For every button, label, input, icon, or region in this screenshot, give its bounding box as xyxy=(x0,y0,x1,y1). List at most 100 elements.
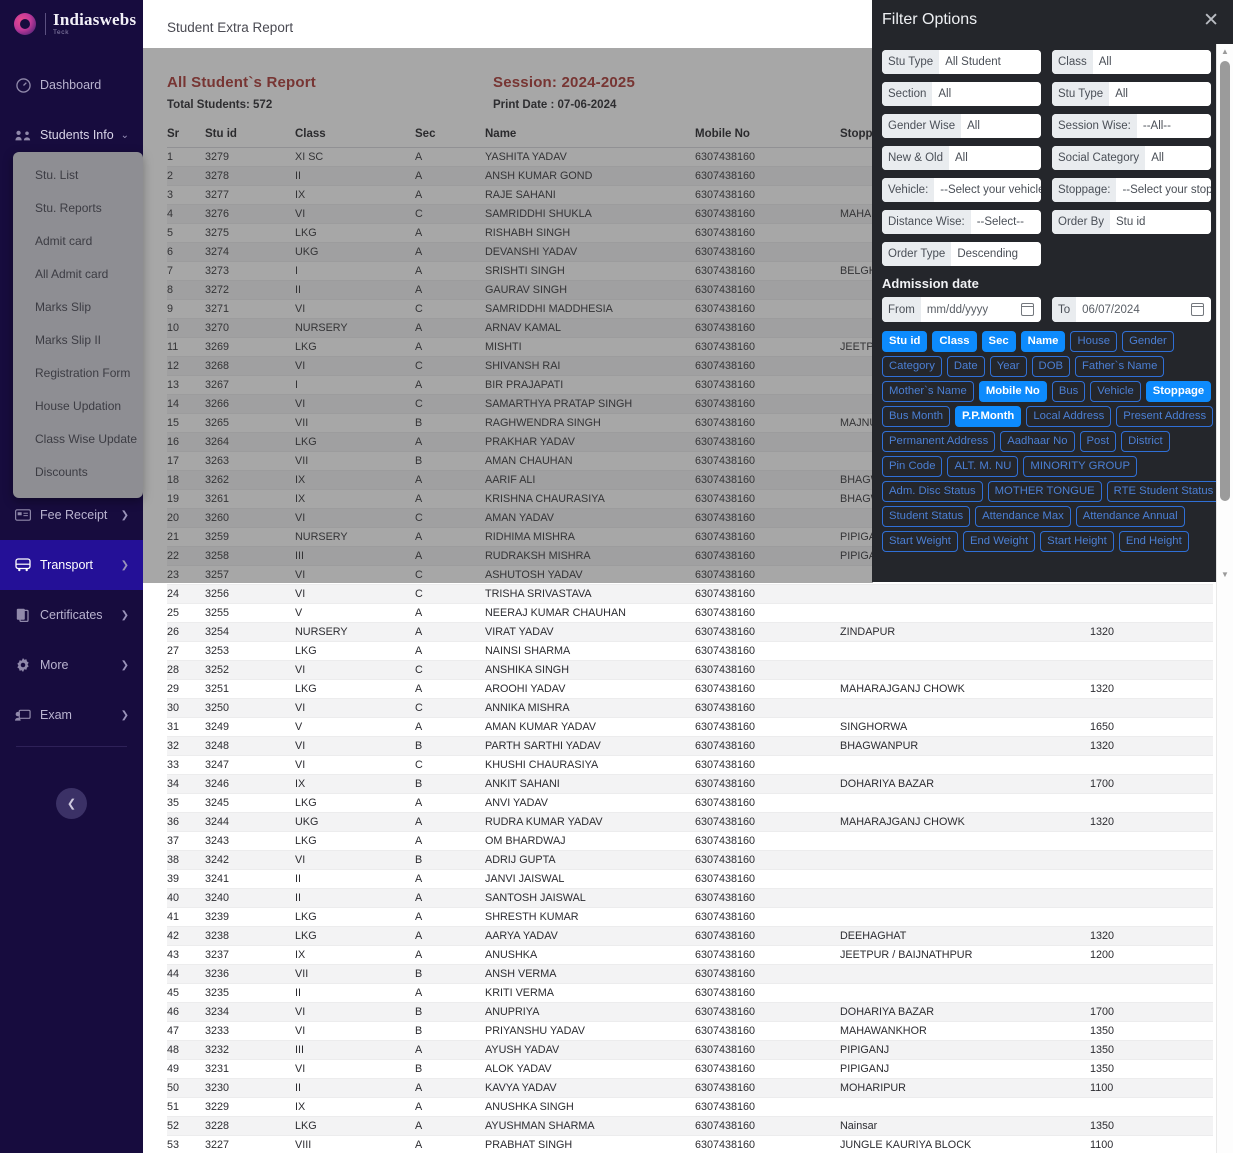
column-tag-student-status[interactable]: Student Status xyxy=(882,506,971,527)
column-tag-class[interactable]: Class xyxy=(932,331,977,352)
table-row[interactable]: 24 3256 VI C TRISHA SRIVASTAVA 6307438160 xyxy=(167,584,1213,604)
table-row[interactable]: 41 3239 LKG A SHRESTH KUMAR 6307438160 xyxy=(167,907,1213,927)
filter-panel-scrollbar[interactable]: ▲ ▼ xyxy=(1216,44,1233,582)
column-tag-rte-student-status[interactable]: RTE Student Status xyxy=(1106,481,1221,502)
submenu-item-marks-slip[interactable]: Marks Slip xyxy=(13,290,143,323)
table-row[interactable]: 52 3228 LKG A AYUSHMAN SHARMA 6307438160 Nains… xyxy=(167,1116,1213,1136)
table-row[interactable]: 36 3244 UKG A RUDRA KUMAR YADAV 6307438160 MAH… xyxy=(167,812,1213,832)
table-row[interactable]: 51 3229 IX A ANUSHKA SINGH 6307438160 xyxy=(167,1097,1213,1117)
scroll-up-arrow-icon[interactable]: ▲ xyxy=(1217,44,1233,59)
column-tag-adm-disc-status[interactable]: Adm. Disc Status xyxy=(882,481,983,502)
column-tag-end-weight[interactable]: End Weight xyxy=(962,531,1036,552)
table-row[interactable]: 40 3240 II A SANTOSH JAISWAL 6307438160 xyxy=(167,888,1213,908)
date-from-input[interactable]: mm/dd/yyyy xyxy=(920,297,1041,322)
close-icon[interactable]: ✕ xyxy=(1201,11,1221,30)
table-row[interactable]: 39 3241 II A JANVI JAISWAL 6307438160 xyxy=(167,869,1213,889)
table-row[interactable]: 35 3245 LKG A ANVI YADAV 6307438160 xyxy=(167,793,1213,813)
table-row[interactable]: 25 3255 V A NEERAJ KUMAR CHAUHAN 6307438160 xyxy=(167,603,1213,623)
column-tag-name[interactable]: Name xyxy=(1020,331,1066,352)
table-row[interactable]: 37 3243 LKG A OM BHARDWAJ 6307438160 xyxy=(167,831,1213,851)
filter-field-session-wise[interactable]: Session Wise: --All-- xyxy=(1052,114,1211,138)
table-row[interactable]: 44 3236 VII B ANSH VERMA 6307438160 xyxy=(167,964,1213,984)
submenu-item-all-admit-card[interactable]: All Admit card xyxy=(13,257,143,290)
table-row[interactable]: 42 3238 LKG A AARYA YADAV 6307438160 DEEHAGHAT… xyxy=(167,926,1213,946)
field-value[interactable]: All xyxy=(1145,146,1211,170)
scroll-down-arrow-icon[interactable]: ▼ xyxy=(1217,567,1233,582)
column-tag-mother-s-name[interactable]: Mother`s Name xyxy=(882,381,974,402)
sidebar-item-more[interactable]: More ❯ xyxy=(0,640,143,690)
table-row[interactable]: 45 3235 II A KRITI VERMA 6307438160 xyxy=(167,983,1213,1003)
column-tag-minority-group[interactable]: MINORITY GROUP xyxy=(1023,456,1137,477)
filter-field-order-type[interactable]: Order Type Descending xyxy=(882,242,1041,266)
column-tag-mobile-no[interactable]: Mobile No xyxy=(978,381,1047,402)
sidebar-item-transport[interactable]: Transport ❯ xyxy=(0,540,143,590)
column-tag-attendance-annual[interactable]: Attendance Annual xyxy=(1075,506,1185,527)
table-row[interactable]: 48 3232 III A AYUSH YADAV 6307438160 PIPIGANJ 1… xyxy=(167,1040,1213,1060)
column-tag-stu-id[interactable]: Stu id xyxy=(882,331,928,352)
sidebar-item-exam[interactable]: Exam ❯ xyxy=(0,690,143,740)
column-tag-local-address[interactable]: Local Address xyxy=(1026,406,1112,427)
column-tag-end-height[interactable]: End Height xyxy=(1118,531,1189,552)
admission-date-from[interactable]: From mm/dd/yyyy xyxy=(882,297,1041,322)
column-tag-permanent-address[interactable]: Permanent Address xyxy=(882,431,996,452)
table-row[interactable]: 31 3249 V A AMAN KUMAR YADAV 6307438160 SINGHO… xyxy=(167,717,1213,737)
submenu-item-house-updation[interactable]: House Updation xyxy=(13,389,143,422)
column-tag-pin-code[interactable]: Pin Code xyxy=(882,456,943,477)
filter-field-section[interactable]: Section All xyxy=(882,82,1041,106)
column-tag-vehicle[interactable]: Vehicle xyxy=(1090,381,1141,402)
filter-field-stu-type[interactable]: Stu Type All xyxy=(1052,82,1211,106)
field-value[interactable]: --Select your stoppage-- xyxy=(1116,178,1211,202)
column-tag-start-height[interactable]: Start Height xyxy=(1040,531,1114,552)
column-tag-mother-tongue[interactable]: MOTHER TONGUE xyxy=(987,481,1102,502)
field-value[interactable]: All xyxy=(1109,82,1211,106)
table-row[interactable]: 30 3250 VI C ANNIKA MISHRA 6307438160 xyxy=(167,698,1213,718)
filter-field-social-category[interactable]: Social Category All xyxy=(1052,146,1211,170)
column-tag-year[interactable]: Year xyxy=(989,356,1027,377)
column-tag-start-weight[interactable]: Start Weight xyxy=(882,531,958,552)
column-tag-house[interactable]: House xyxy=(1070,331,1118,352)
field-value[interactable]: All xyxy=(948,146,1041,170)
table-row[interactable]: 33 3247 VI C KHUSHI CHAURASIYA 6307438160 xyxy=(167,755,1213,775)
filter-field-vehicle[interactable]: Vehicle: --Select your vehicle-- xyxy=(882,178,1041,202)
column-tag-bus[interactable]: Bus xyxy=(1051,381,1086,402)
column-tag-gender[interactable]: Gender xyxy=(1122,331,1174,352)
filter-field-stoppage[interactable]: Stoppage:--Select your stoppage-- xyxy=(1052,178,1211,202)
field-value[interactable]: All xyxy=(961,114,1041,138)
column-tag-date[interactable]: Date xyxy=(946,356,985,377)
column-tag-attendance-max[interactable]: Attendance Max xyxy=(975,506,1071,527)
filter-field-distance-wise[interactable]: Distance Wise: --Select-- xyxy=(882,210,1041,234)
column-tag-district[interactable]: District xyxy=(1121,431,1170,452)
filter-field-new-old[interactable]: New & Old All xyxy=(882,146,1041,170)
date-to-input[interactable]: 06/07/2024 xyxy=(1076,297,1211,322)
sidebar-item-dashboard[interactable]: Dashboard xyxy=(0,60,143,110)
column-tag-post[interactable]: Post xyxy=(1079,431,1117,452)
field-value[interactable]: Descending xyxy=(951,242,1041,266)
filter-field-order-by[interactable]: Order By Stu id xyxy=(1052,210,1211,234)
table-row[interactable]: 50 3230 II A KAVYA YADAV 6307438160 MOHARIPUR 1… xyxy=(167,1078,1213,1098)
column-tag-father-s-name[interactable]: Father`s Name xyxy=(1075,356,1165,377)
filter-field-class[interactable]: Class All xyxy=(1052,50,1211,74)
table-row[interactable]: 53 3227 VIII A PRABHAT SINGH 6307438160 JUNGLE… xyxy=(167,1135,1213,1153)
field-value[interactable]: All xyxy=(1092,50,1211,74)
column-tag-sec[interactable]: Sec xyxy=(981,331,1016,352)
table-row[interactable]: 34 3246 IX B ANKIT SAHANI 6307438160 DOHARIYA … xyxy=(167,774,1213,794)
column-tag-dob[interactable]: DOB xyxy=(1031,356,1071,377)
field-value[interactable]: All Student xyxy=(939,50,1041,74)
table-row[interactable]: 49 3231 VI B ALOK YADAV 6307438160 PIPIGANJ 135… xyxy=(167,1059,1213,1079)
sidebar-item-certificates[interactable]: Certificates ❯ xyxy=(0,590,143,640)
column-tag-aadhaar-no[interactable]: Aadhaar No xyxy=(1000,431,1075,452)
field-value[interactable]: --Select your vehicle-- xyxy=(934,178,1041,202)
submenu-item-stu-reports[interactable]: Stu. Reports xyxy=(13,191,143,224)
column-tag-p-p-month[interactable]: P.P.Month xyxy=(955,406,1022,427)
submenu-item-marks-slip-2[interactable]: Marks Slip II xyxy=(13,323,143,356)
filter-field-gender-wise[interactable]: Gender Wise All xyxy=(882,114,1041,138)
field-value[interactable]: --All-- xyxy=(1136,114,1211,138)
submenu-item-discounts[interactable]: Discounts xyxy=(13,455,143,488)
table-row[interactable]: 38 3242 VI B ADRIJ GUPTA 6307438160 xyxy=(167,850,1213,870)
brand-logo[interactable]: Indiaswebs Teck xyxy=(0,0,143,48)
submenu-item-registration-form[interactable]: Registration Form xyxy=(13,356,143,389)
field-value[interactable]: All xyxy=(932,82,1041,106)
calendar-icon[interactable] xyxy=(1021,303,1034,316)
column-tag-present-address[interactable]: Present Address xyxy=(1116,406,1214,427)
column-tag-alt-m-nu[interactable]: ALT. M. NU xyxy=(947,456,1019,477)
